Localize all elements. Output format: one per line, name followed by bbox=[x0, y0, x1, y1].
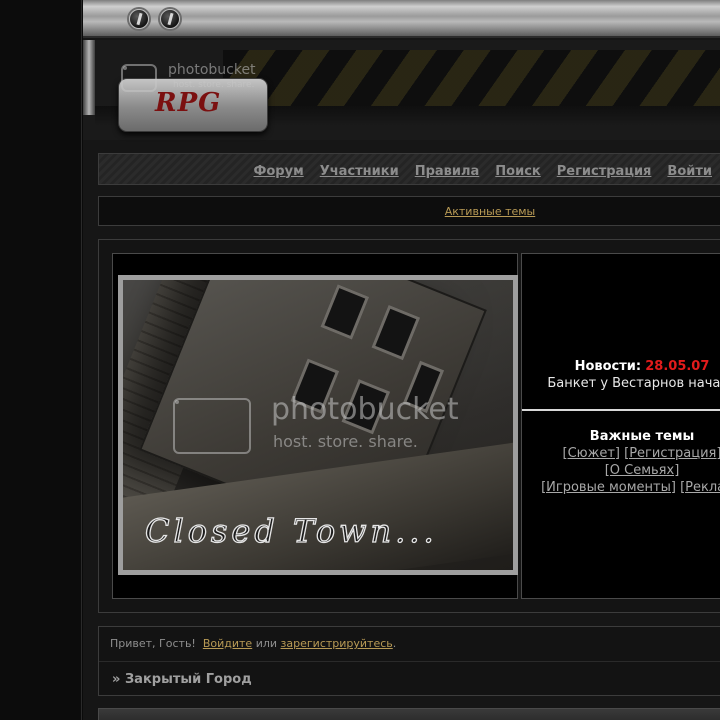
header-watermark-tagline: host. store. share. bbox=[173, 80, 255, 90]
forum-page: RPG photobucket host. store. share. Фору… bbox=[83, 0, 720, 720]
important-link-registration[interactable]: [Регистрация] bbox=[624, 446, 720, 461]
window-shape bbox=[371, 304, 421, 361]
window-shape bbox=[320, 284, 370, 340]
nav-link-forum[interactable]: Форум bbox=[253, 164, 303, 179]
important-link-game-moments[interactable]: [Игровые моменты] bbox=[541, 480, 676, 495]
nav-item-login[interactable]: Войти bbox=[667, 160, 712, 179]
active-topics-bar: Активные темы bbox=[98, 196, 720, 226]
important-topics: Важные темы [Сюжет] [Регистрация] [О Сем… bbox=[522, 428, 720, 496]
breadcrumb: » Закрытый Город bbox=[112, 672, 252, 687]
news-block: Новости: 28.05.07 Банкет у Вестарнов нач… bbox=[522, 358, 720, 392]
nav-link-login[interactable]: Войти bbox=[667, 164, 712, 179]
login-link[interactable]: Войдите bbox=[203, 637, 252, 650]
important-link-ads[interactable]: [Реклама bbox=[680, 480, 720, 495]
camera-watermark-icon bbox=[173, 398, 251, 454]
news-divider bbox=[522, 409, 720, 411]
banner-watermark-tagline: host. store. share. bbox=[273, 432, 418, 451]
news-label: Новости: bbox=[574, 359, 642, 374]
header-watermark-brand: photobucket bbox=[168, 62, 256, 78]
nav-item-rules[interactable]: Правила bbox=[415, 160, 480, 179]
nav-link-rules[interactable]: Правила bbox=[415, 164, 480, 179]
nav-item-search[interactable]: Поиск bbox=[495, 160, 540, 179]
greeting-divider bbox=[99, 661, 720, 662]
important-link-families[interactable]: [О Семьях] bbox=[605, 463, 680, 478]
register-link[interactable]: зарегистрируйтесь bbox=[281, 637, 393, 650]
screw-icon bbox=[129, 9, 149, 29]
nav-item-register[interactable]: Регистрация bbox=[557, 160, 652, 179]
banner-caption: Closed Town... bbox=[144, 511, 438, 550]
banner-cell: photobucket host. store. share. Closed T… bbox=[112, 253, 518, 599]
important-link-plot[interactable]: [Сюжет] bbox=[563, 446, 620, 461]
camera-watermark-icon bbox=[121, 64, 157, 92]
nav-item-forum[interactable]: Форум bbox=[253, 160, 303, 179]
greeting-suffix: . bbox=[392, 637, 397, 650]
metal-top-bar bbox=[83, 0, 720, 38]
news-text: Банкет у Вестарнов начало bbox=[547, 376, 720, 391]
main-navigation: Форум Участники Правила Поиск Регистраци… bbox=[98, 153, 720, 185]
news-date: 28.05.07 bbox=[645, 359, 710, 374]
important-heading: Важные темы bbox=[589, 429, 695, 444]
greeting-prefix: Привет, Гость! bbox=[110, 637, 196, 650]
pipe-decoration bbox=[83, 40, 95, 115]
breadcrumb-title[interactable]: Закрытый Город bbox=[125, 672, 252, 687]
screw-icon bbox=[160, 9, 180, 29]
active-topics-link[interactable]: Активные темы bbox=[99, 205, 720, 218]
left-gutter bbox=[0, 0, 82, 720]
breadcrumb-marker: » bbox=[112, 672, 121, 687]
greeting-box: Привет, Гость! Войдите или зарегистрируй… bbox=[98, 626, 720, 696]
banner-image: photobucket host. store. share. Closed T… bbox=[118, 275, 518, 575]
nav-link-register[interactable]: Регистрация bbox=[557, 164, 652, 179]
nav-item-members[interactable]: Участники bbox=[320, 160, 399, 179]
greeting-or: или bbox=[255, 637, 278, 650]
banner-watermark-brand: photobucket bbox=[271, 392, 459, 427]
logo-text[interactable]: RPG bbox=[155, 88, 235, 122]
nav-link-search[interactable]: Поиск bbox=[495, 164, 540, 179]
category-header-bar bbox=[98, 708, 720, 720]
hazard-stripes bbox=[223, 50, 720, 106]
main-block: photobucket host. store. share. Closed T… bbox=[98, 239, 720, 613]
info-cell: Новости: 28.05.07 Банкет у Вестарнов нач… bbox=[521, 253, 720, 599]
greeting-line: Привет, Гость! Войдите или зарегистрируй… bbox=[110, 637, 396, 650]
nav-link-members[interactable]: Участники bbox=[320, 164, 399, 179]
